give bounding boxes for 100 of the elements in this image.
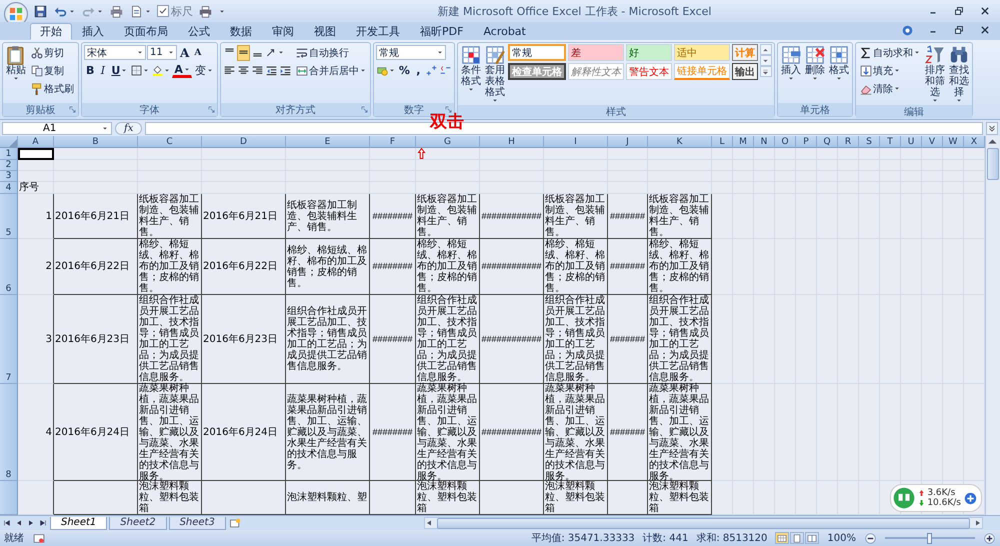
cell-style-button[interactable]: 常规 — [508, 44, 566, 61]
row-header[interactable]: 4 — [0, 182, 18, 194]
column-header[interactable]: R — [838, 136, 859, 148]
bold-button[interactable]: B — [84, 62, 96, 78]
large-ribbon-button[interactable]: 插入 — [780, 44, 802, 82]
underline-button[interactable]: U — [109, 62, 130, 78]
page-layout-button[interactable] — [790, 532, 804, 544]
ribbon-tab[interactable]: 插入 — [72, 23, 114, 40]
grow-button[interactable]: A — [178, 44, 192, 60]
row-header[interactable]: 3 — [0, 171, 18, 182]
icon-button[interactable] — [130, 62, 150, 78]
large-ribbon-button[interactable]: 粘贴 — [5, 44, 27, 82]
sheet-tab[interactable]: Sheet2 — [109, 516, 167, 530]
zoom-out-button[interactable] — [864, 532, 877, 544]
large-ribbon-button[interactable]: 套用表格格式 — [484, 44, 506, 104]
sheet-tab[interactable]: Sheet3 — [168, 516, 226, 530]
large-ribbon-button[interactable]: 查找和选择 — [948, 44, 970, 104]
glyph-button[interactable]: % — [396, 62, 412, 78]
column-header[interactable]: K — [648, 136, 712, 148]
normal-view-button[interactable] — [775, 532, 790, 544]
column-header[interactable]: A — [18, 136, 54, 148]
page-break-button[interactable] — [805, 532, 820, 544]
large-ribbon-button[interactable]: 删除 — [804, 44, 826, 82]
column-header[interactable]: W — [943, 136, 964, 148]
scroll-down-button[interactable] — [760, 55, 772, 66]
column-header[interactable]: T — [880, 136, 901, 148]
cell-style-button[interactable]: 适中 — [674, 44, 730, 61]
ribbon-tab[interactable]: 公式 — [178, 23, 220, 40]
ribbon-tab[interactable]: 数据 — [220, 23, 262, 40]
font-field[interactable]: 宋体 — [84, 45, 146, 60]
last-sheet-button[interactable] — [38, 518, 48, 528]
slider-thumb[interactable] — [927, 532, 932, 544]
cell-style-button[interactable]: 好 — [626, 44, 672, 61]
phonetic-button[interactable]: 变 — [192, 62, 215, 78]
shrink-button[interactable]: A — [192, 44, 204, 60]
column-header[interactable]: U — [901, 136, 922, 148]
cell-style-button[interactable]: 输出 — [732, 63, 758, 80]
ribbon-tab[interactable]: 审阅 — [262, 23, 304, 40]
scroll-up-button[interactable] — [760, 44, 772, 55]
zoom-in-button[interactable] — [983, 532, 996, 544]
vertical-scrollbar[interactable] — [985, 136, 1000, 515]
ribbon-button[interactable]: 清除 — [858, 80, 902, 96]
italic-button[interactable]: I — [97, 62, 108, 78]
active-cell[interactable] — [18, 148, 54, 160]
row-header[interactable]: 8 — [0, 384, 18, 481]
column-header[interactable]: C — [138, 136, 202, 148]
name-box[interactable]: A1 — [2, 122, 112, 134]
row-header[interactable]: 6 — [0, 239, 18, 295]
column-header[interactable]: X — [964, 136, 985, 148]
font-color-button[interactable]: A — [172, 64, 192, 78]
column-header[interactable]: B — [54, 136, 138, 148]
cell-style-button[interactable]: 差 — [568, 44, 624, 61]
column-header[interactable]: L — [712, 136, 733, 148]
ribbon-button[interactable]: 填充 — [858, 62, 902, 78]
row-header[interactable]: 1 — [0, 148, 18, 160]
large-ribbon-button[interactable]: 排序和筛选 — [924, 44, 946, 104]
insert-function-button[interactable]: fx — [115, 122, 142, 134]
macro-record-button[interactable] — [32, 532, 46, 544]
insert-sheet-button[interactable] — [228, 516, 242, 530]
glyph-button[interactable]: , — [412, 62, 424, 78]
ribbon-tab[interactable]: 开始 — [30, 23, 72, 40]
column-header[interactable]: P — [796, 136, 817, 148]
column-header[interactable]: H — [480, 136, 544, 148]
column-header[interactable]: G — [416, 136, 480, 148]
ribbon-tab[interactable]: 视图 — [304, 23, 346, 40]
first-sheet-button[interactable] — [2, 518, 12, 528]
ribbon-button[interactable]: 合并后居中 — [294, 62, 368, 78]
row-header[interactable]: 5 — [0, 194, 18, 239]
cell-style-button[interactable]: 解释性文本 — [568, 63, 624, 80]
column-header[interactable]: F — [370, 136, 416, 148]
ribbon-button[interactable]: 自动求和 — [858, 44, 922, 60]
select-all-button[interactable] — [0, 136, 18, 148]
column-header[interactable]: I — [544, 136, 608, 148]
print-preview-button[interactable] — [108, 3, 125, 19]
expand-button[interactable] — [986, 122, 998, 134]
cell-style-button[interactable]: 警告文本 — [626, 63, 672, 80]
size-field[interactable]: 11 — [147, 45, 177, 60]
print-button[interactable] — [197, 3, 214, 19]
ribbon-button[interactable]: 格式刷 — [29, 80, 76, 96]
icon-button[interactable] — [236, 44, 250, 60]
column-header[interactable]: E — [286, 136, 370, 148]
large-ribbon-button[interactable]: 条件格式 — [460, 44, 482, 93]
column-header[interactable]: D — [202, 136, 286, 148]
large-ribbon-button[interactable]: 格式 — [828, 44, 850, 82]
row-header[interactable]: 2 — [0, 160, 18, 171]
ribbon-tab[interactable]: 页面布局 — [114, 23, 178, 40]
column-header[interactable]: Q — [817, 136, 838, 148]
ribbon-tab[interactable]: 开发工具 — [346, 23, 410, 40]
ribbon-button[interactable]: 自动换行 — [294, 44, 351, 60]
ribbon-button[interactable]: 复制 — [29, 62, 66, 78]
column-header[interactable]: V — [922, 136, 943, 148]
ribbon-tab[interactable]: Acrobat — [473, 23, 536, 40]
sheet-tab[interactable]: Sheet1 — [50, 516, 108, 530]
column-header[interactable]: S — [859, 136, 880, 148]
save-button[interactable] — [32, 3, 49, 19]
ribbon-tab[interactable]: 福昕PDF — [410, 23, 474, 40]
ribbon-button[interactable]: 剪切 — [29, 44, 66, 60]
more-styles-button[interactable] — [760, 66, 772, 77]
format-dropdown[interactable]: 常规 — [376, 45, 446, 60]
column-header[interactable]: M — [733, 136, 754, 148]
